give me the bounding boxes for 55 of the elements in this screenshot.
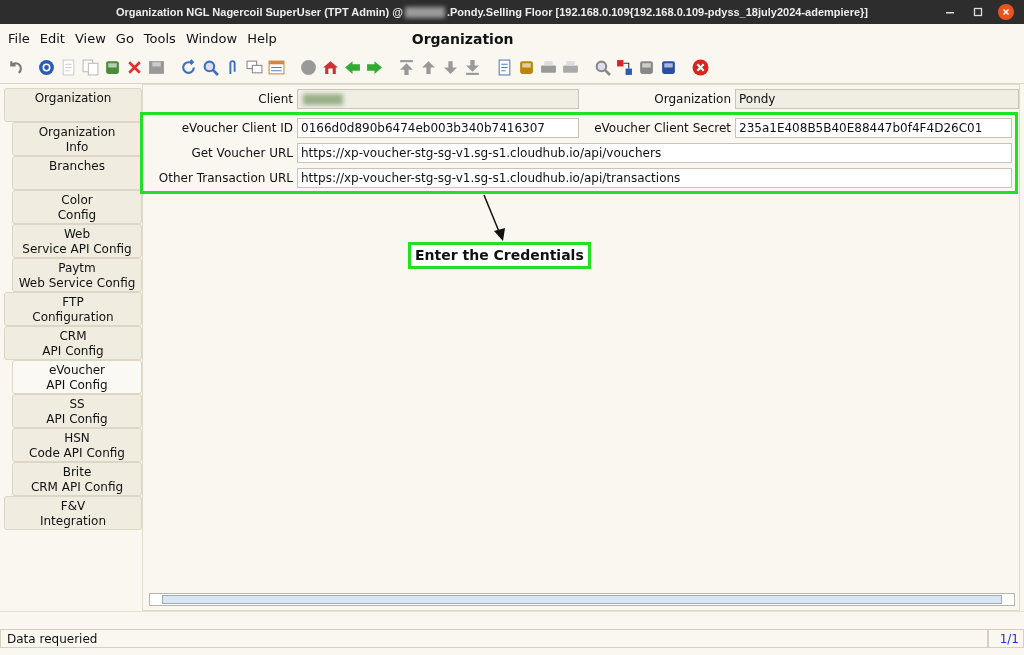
menu-item[interactable]: Edit [34, 29, 70, 49]
tab[interactable]: HSN Code API Config [12, 428, 142, 462]
report-icon[interactable] [496, 58, 513, 76]
tab[interactable]: Branches [12, 156, 142, 190]
horizontal-scrollbar[interactable] [149, 593, 1015, 606]
annotation-label: Enter the Credentials [408, 242, 591, 269]
tab[interactable]: Organization [4, 88, 142, 122]
input-field[interactable]: https://xp-voucher-stg-sg-v1.sg-s1.cloudhub.io/api/vouchers [297, 143, 1012, 163]
field-label: Get Voucher URL [190, 145, 293, 162]
menu-item[interactable]: Help [242, 29, 282, 49]
title-text: Organization NGL Nagercoil SuperUser (TPT Admin) @ [115, 4, 403, 20]
input-field: Pondy [735, 89, 1019, 109]
tab[interactable]: Paytm Web Service Config [12, 258, 142, 292]
title-text: .Pondy.Selling Floor [192.168.0.109{192.168.0.109-pdyss_18july2024-adempiere}] [446, 4, 869, 20]
redacted-text [404, 6, 445, 18]
close-icon[interactable] [998, 4, 1014, 20]
input-field[interactable]: 235a1E408B5B40E88447b0f4F4D26C01 [735, 118, 1012, 138]
field-label: eVoucher Client Secret [593, 120, 731, 137]
previous-record-icon[interactable] [420, 58, 437, 76]
menu-item[interactable]: Go [110, 29, 139, 49]
input-field[interactable]: https://xp-voucher-stg-sg-v1.sg-s1.cloudhub.io/api/transactions [297, 168, 1012, 188]
copy-icon[interactable] [82, 58, 99, 76]
tab[interactable]: SS API Config [12, 394, 142, 428]
field-label: eVoucher Client ID [180, 120, 293, 137]
home-icon[interactable] [322, 58, 339, 76]
back-icon[interactable] [344, 58, 361, 76]
menu-item[interactable]: File [3, 29, 35, 49]
field-label: Client [257, 91, 293, 108]
tab[interactable]: Color Config [12, 190, 142, 224]
search-icon[interactable] [202, 58, 219, 76]
record-count: 1/1 [988, 629, 1024, 648]
tab[interactable]: FTP Configuration [4, 292, 142, 326]
tab[interactable]: eVoucher API Config [12, 360, 142, 394]
print-preview-icon[interactable] [562, 58, 579, 76]
field-label: Organization [653, 91, 731, 108]
refresh-icon[interactable] [180, 58, 197, 76]
menu-item[interactable]: View [69, 29, 111, 49]
tab[interactable]: Web Service API Config [12, 224, 142, 258]
exit-icon[interactable] [692, 58, 709, 76]
field-label: Other Transaction URL [157, 170, 293, 187]
tab[interactable]: Brite CRM API Config [12, 462, 142, 496]
input-field[interactable]: 0166d0d890b6474eb003b340b7416307 [297, 118, 579, 138]
next-record-icon[interactable] [442, 58, 459, 76]
first-record-icon[interactable] [398, 58, 415, 76]
tab[interactable]: F&V Integration [4, 496, 142, 530]
status-message: Data requeried [0, 629, 988, 648]
workflow-icon[interactable] [616, 58, 633, 76]
zoom-across-icon[interactable] [594, 58, 611, 76]
menu-item[interactable]: Tools [138, 29, 181, 49]
window-heading: Organization [411, 29, 514, 49]
tab[interactable]: Organization Info [12, 122, 142, 156]
print-icon[interactable] [540, 58, 557, 76]
tab[interactable]: CRM API Config [4, 326, 142, 360]
last-record-icon[interactable] [464, 58, 481, 76]
menu-item[interactable]: Window [180, 29, 243, 49]
